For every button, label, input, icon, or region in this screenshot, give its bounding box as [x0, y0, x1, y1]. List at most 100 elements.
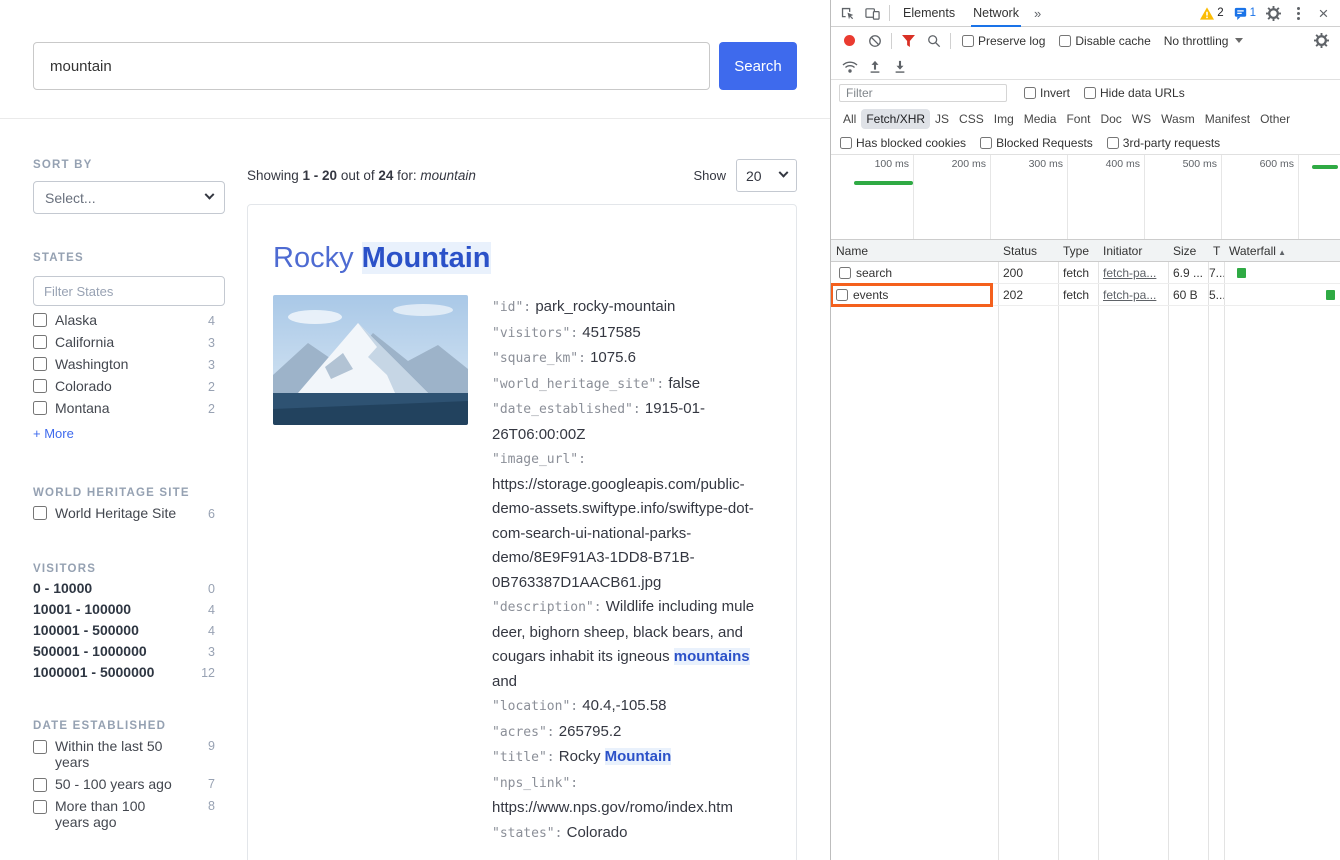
facet-count: 2	[204, 401, 225, 416]
filter-chip-js[interactable]: JS	[930, 109, 954, 129]
search-icon[interactable]	[921, 28, 946, 53]
filter-chip-ws[interactable]: WS	[1127, 109, 1156, 129]
column-header-t[interactable]: T	[1208, 244, 1224, 258]
throttling-select[interactable]: No throttling	[1164, 34, 1244, 48]
filter-chip-wasm[interactable]: Wasm	[1156, 109, 1200, 129]
page-size-select[interactable]: 20	[736, 159, 797, 192]
checkbox[interactable]	[1107, 137, 1119, 149]
checkbox[interactable]	[980, 137, 992, 149]
state-filter-checkbox[interactable]	[33, 357, 47, 371]
search-button[interactable]: Search	[719, 42, 797, 90]
checkbox[interactable]	[1084, 87, 1096, 99]
filter-chip-font[interactable]: Font	[1061, 109, 1095, 129]
checkbox[interactable]	[962, 35, 974, 47]
network-settings-gear-icon[interactable]	[1309, 28, 1334, 53]
filter-chip-doc[interactable]: Doc	[1095, 109, 1126, 129]
export-har-icon[interactable]	[887, 54, 912, 79]
world-heritage-checkbox[interactable]	[33, 506, 47, 520]
network-request-row[interactable]: events202fetchfetch-pa...60 B5...	[831, 284, 1340, 306]
column-header-type[interactable]: Type	[1058, 244, 1098, 258]
more-tabs-icon[interactable]: »	[1028, 6, 1047, 21]
network-conditions-icon[interactable]	[837, 54, 862, 79]
state-filter-checkbox[interactable]	[33, 335, 47, 349]
state-filter-option[interactable]: Washington3	[33, 356, 225, 372]
state-filter-option[interactable]: Montana 2	[33, 400, 225, 416]
filter-states-input[interactable]	[33, 276, 225, 306]
has-blocked-cookies-checkbox[interactable]: Has blocked cookies	[840, 136, 966, 150]
warning-triangle-icon	[1200, 7, 1214, 20]
column-header-waterfall[interactable]: Waterfall ▲	[1224, 244, 1340, 258]
date-established-checkbox[interactable]	[33, 740, 47, 754]
state-filter-checkbox[interactable]	[33, 313, 47, 327]
column-header-status[interactable]: Status	[998, 244, 1058, 258]
tab-elements[interactable]: Elements	[894, 0, 964, 27]
disable-cache-checkbox[interactable]: Disable cache	[1059, 34, 1150, 48]
request-checkbox[interactable]	[839, 267, 851, 279]
state-filter-option[interactable]: Colorado2	[33, 378, 225, 394]
state-filter-option[interactable]: California3	[33, 334, 225, 350]
network-request-row[interactable]: search200fetchfetch-pa...6.9 ...7...	[831, 262, 1340, 284]
invert-checkbox[interactable]: Invert	[1024, 86, 1070, 100]
network-filter-input[interactable]	[839, 84, 1007, 102]
inspect-element-icon[interactable]	[835, 1, 860, 26]
3rd-party-requests-checkbox[interactable]: 3rd-party requests	[1107, 136, 1220, 150]
world-heritage-option[interactable]: World Heritage Site6	[33, 505, 225, 521]
issues-badge[interactable]: 1	[1234, 7, 1256, 20]
import-har-icon[interactable]	[862, 54, 887, 79]
visitors-range-option[interactable]: 0 - 100000	[33, 580, 225, 596]
facet-option-label: Montana	[55, 400, 109, 416]
facet-count: 4	[204, 602, 225, 617]
device-toolbar-icon[interactable]	[860, 1, 885, 26]
results-total: 24	[378, 168, 393, 183]
column-header-name[interactable]: Name	[831, 244, 998, 258]
preserve-log-checkbox[interactable]: Preserve log	[962, 34, 1045, 48]
filter-chip-media[interactable]: Media	[1019, 109, 1062, 129]
initiator-cell[interactable]: fetch-pa...	[1098, 266, 1168, 280]
visitors-range-option[interactable]: 100001 - 5000004	[33, 622, 225, 638]
filter-chip-manifest[interactable]: Manifest	[1200, 109, 1255, 129]
checkbox[interactable]	[1059, 35, 1071, 47]
state-filter-checkbox[interactable]	[33, 379, 47, 393]
date-established-option[interactable]: Within the last 50 years9	[33, 738, 225, 770]
date-established-option[interactable]: 50 - 100 years ago7	[33, 776, 225, 792]
column-header-initiator[interactable]: Initiator	[1098, 244, 1168, 258]
column-header-size[interactable]: Size	[1168, 244, 1208, 258]
more-states-link[interactable]: + More	[33, 426, 74, 441]
sort-select[interactable]: Select...	[33, 181, 225, 214]
request-filter-checkboxes: Has blocked cookies Blocked Requests 3rd-p…	[831, 131, 1340, 155]
timeline-tick-label: 400 ms	[1088, 158, 1140, 170]
clear-icon[interactable]	[862, 28, 887, 53]
date-established-option[interactable]: More than 100 years ago8	[33, 798, 225, 830]
tab-network[interactable]: Network	[964, 0, 1028, 27]
hide-data-urls-checkbox[interactable]: Hide data URLs	[1084, 86, 1185, 100]
date-established-checkbox[interactable]	[33, 778, 47, 792]
kebab-menu-icon[interactable]	[1286, 1, 1311, 26]
blocked-requests-checkbox[interactable]: Blocked Requests	[980, 136, 1093, 150]
request-checkbox[interactable]	[836, 289, 848, 301]
state-filter-option[interactable]: Alaska4	[33, 312, 225, 328]
close-icon[interactable]: ×	[1311, 1, 1336, 26]
filter-chip-fetch-xhr[interactable]: Fetch/XHR	[861, 109, 930, 129]
search-input[interactable]	[33, 42, 710, 90]
status-cell: 200	[998, 266, 1058, 280]
warnings-badge[interactable]: 2	[1200, 7, 1223, 20]
record-icon[interactable]	[837, 28, 862, 53]
devtools-tabbar: Elements Network » 2 1 ×	[831, 0, 1340, 27]
initiator-cell[interactable]: fetch-pa...	[1098, 288, 1168, 302]
visitors-range-option[interactable]: 500001 - 10000003	[33, 643, 225, 659]
date-established-checkbox[interactable]	[33, 800, 47, 814]
filter-funnel-icon[interactable]	[896, 28, 921, 53]
network-overview-timeline[interactable]: 100 ms200 ms300 ms400 ms500 ms600 ms	[831, 155, 1340, 240]
checkbox[interactable]	[840, 137, 852, 149]
visitors-range-option[interactable]: 10001 - 1000004	[33, 601, 225, 617]
field-key: "visitors":	[492, 326, 578, 341]
checkbox[interactable]	[1024, 87, 1036, 99]
settings-gear-icon[interactable]	[1261, 1, 1286, 26]
filter-chip-all[interactable]: All	[838, 109, 861, 129]
filter-chip-img[interactable]: Img	[989, 109, 1019, 129]
filter-chip-other[interactable]: Other	[1255, 109, 1295, 129]
visitors-range-option[interactable]: 1000001 - 500000012	[33, 664, 225, 680]
filter-chip-css[interactable]: CSS	[954, 109, 989, 129]
result-title-link[interactable]: Rocky Mountain	[273, 242, 771, 275]
state-filter-checkbox[interactable]	[33, 401, 47, 415]
